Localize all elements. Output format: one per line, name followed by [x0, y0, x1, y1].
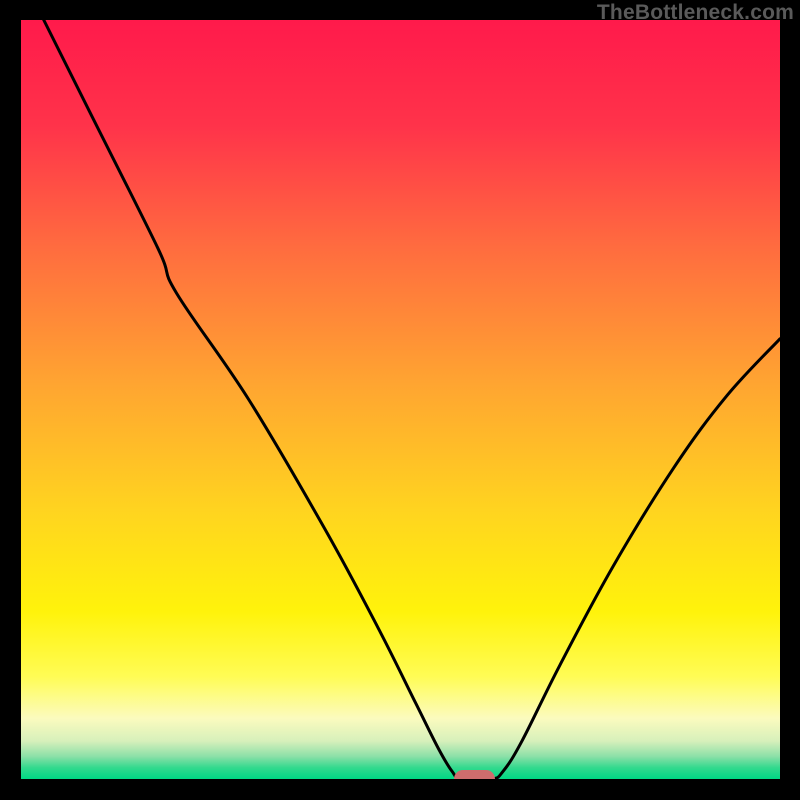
chart-frame: TheBottleneck.com [0, 0, 800, 800]
bottleneck-curve [21, 20, 780, 779]
optimal-marker [454, 770, 496, 779]
plot-area [21, 20, 780, 779]
attribution-label: TheBottleneck.com [597, 1, 794, 25]
